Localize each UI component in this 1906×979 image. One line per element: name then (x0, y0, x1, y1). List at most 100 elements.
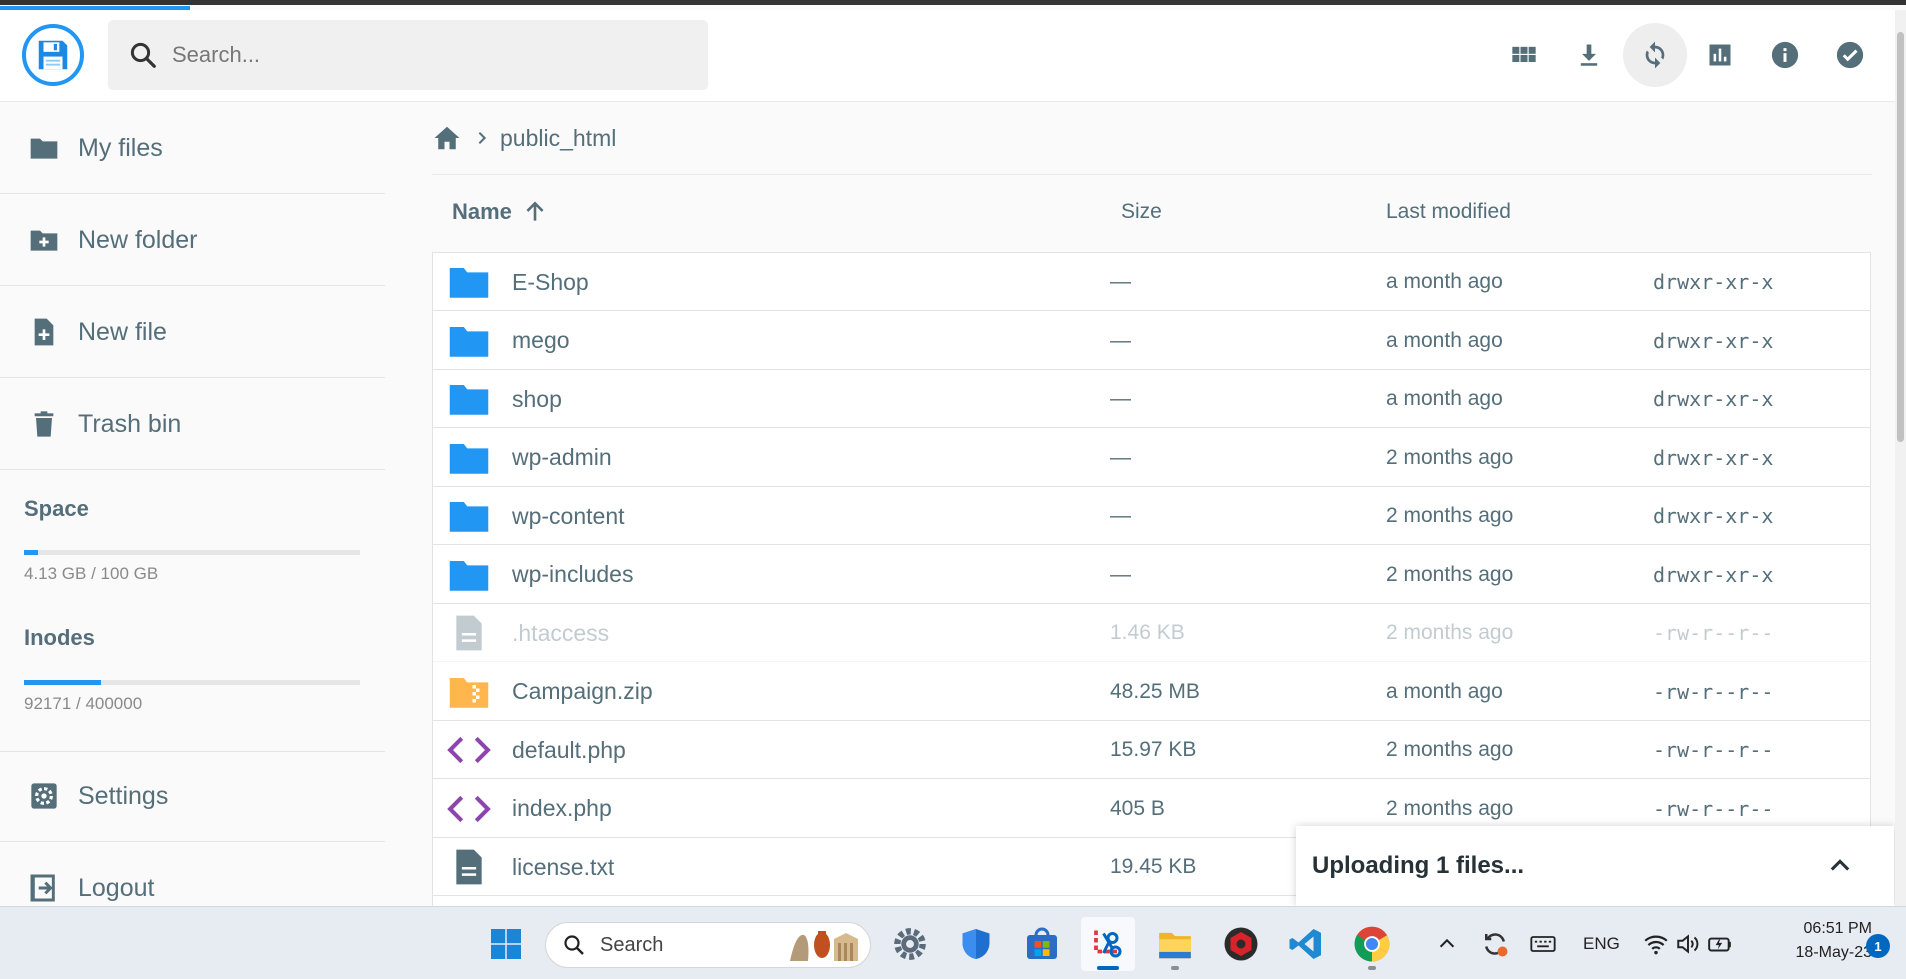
file-row[interactable]: mego — a month ago drwxr-xr-x (433, 312, 1870, 370)
file-row[interactable]: shop — a month ago drwxr-xr-x (433, 370, 1870, 428)
upload-status-text: Uploading 1 files... (1312, 852, 1525, 879)
info-icon (1771, 41, 1799, 69)
file-type-icon (447, 604, 491, 662)
sync-icon (1485, 932, 1508, 956)
language-indicator[interactable]: ENG (1583, 907, 1620, 979)
taskbar-vscode[interactable] (1279, 917, 1333, 971)
search-highlight-image (786, 925, 862, 965)
app-logo[interactable] (22, 24, 84, 86)
sidebar-item-label: Settings (78, 781, 169, 810)
running-app-indicator (1368, 966, 1376, 970)
sidebar-item-new-file[interactable]: New file (0, 287, 385, 377)
file-permissions: drwxr-xr-x (1653, 562, 1774, 587)
page-scrollbar[interactable] (1895, 10, 1906, 906)
file-size: 405 B (1110, 796, 1165, 820)
folder-icon (449, 268, 489, 298)
touch-keyboard-button[interactable] (1529, 907, 1557, 979)
quick-settings-button[interactable] (1643, 907, 1735, 979)
file-row[interactable]: E-Shop — a month ago drwxr-xr-x (433, 253, 1870, 311)
taskbar-clock[interactable]: 06:51 PM 18-May-23 (1762, 917, 1872, 965)
file-list: E-Shop — a month ago drwxr-xr-x mego — a month… (432, 252, 1871, 906)
trash-icon (28, 408, 60, 440)
breadcrumb-current-folder[interactable]: public_html (500, 125, 616, 152)
file-name: E-Shop (512, 268, 589, 295)
folder-icon (449, 385, 489, 415)
taskbar-search[interactable]: Search (545, 922, 871, 968)
taskbar-snipping-tool[interactable] (1081, 917, 1135, 971)
file-row[interactable]: .htaccess 1.46 KB 2 months ago -rw-r--r-- (433, 604, 1870, 662)
file-type-icon (447, 838, 491, 896)
column-header-size[interactable]: Size (1121, 194, 1162, 230)
file-size: 15.97 KB (1110, 738, 1197, 761)
file-permissions: -rw-r--r-- (1653, 621, 1774, 645)
file-size: — (1110, 270, 1131, 293)
taskbar-search-label: Search (600, 933, 664, 956)
file-explorer-icon (1159, 932, 1191, 959)
file-row[interactable]: wp-content — 2 months ago drwxr-xr-x (433, 487, 1870, 545)
file-name: wp-includes (512, 561, 634, 587)
clock-time: 06:51 PM (1803, 920, 1872, 937)
code-icon (447, 736, 491, 764)
sidebar-item-my-files[interactable]: My files (0, 103, 385, 193)
taskbar-store[interactable] (1015, 917, 1069, 971)
file-size: 19.45 KB (1110, 855, 1197, 878)
refresh-icon (1645, 41, 1665, 69)
sync-tray-icon[interactable] (1480, 907, 1510, 979)
disk-usage-button[interactable] (1688, 23, 1752, 87)
sidebar-item-settings[interactable]: Settings (0, 751, 385, 841)
file-row[interactable]: default.php 15.97 KB 2 months ago -rw-r--r-… (433, 721, 1870, 779)
start-button[interactable] (479, 917, 533, 971)
home-icon[interactable] (432, 123, 462, 153)
file-name: license.txt (512, 853, 615, 880)
grid-view-icon (1512, 46, 1536, 62)
file-size: — (1110, 504, 1131, 527)
space-usage-fill (24, 550, 38, 555)
sidebar-item-new-folder[interactable]: New folder (0, 195, 385, 285)
shield-icon (962, 929, 990, 959)
file-size: — (1110, 387, 1131, 410)
file-row[interactable]: wp-includes — 2 months ago drwxr-xr-x (433, 546, 1870, 604)
loading-progress-bar (0, 6, 190, 10)
sidebar-item-trash-bin[interactable]: Trash bin (0, 379, 385, 469)
column-header-modified-label: Last modified (1386, 200, 1511, 223)
file-type-icon (447, 312, 491, 370)
file-name: default.php (512, 736, 626, 763)
notification-badge[interactable]: 1 (1866, 934, 1890, 958)
sidebar-item-label: My files (78, 133, 163, 162)
show-hidden-icons-button[interactable] (1436, 907, 1458, 979)
column-header-name[interactable]: Name (452, 194, 548, 230)
file-size: — (1110, 445, 1131, 469)
sidebar-divider (0, 377, 385, 378)
search-input[interactable] (172, 42, 692, 68)
select-button[interactable] (1818, 23, 1882, 87)
search-box[interactable] (108, 20, 708, 90)
file-name: wp-admin (512, 444, 612, 470)
upload-progress-panel[interactable]: Uploading 1 files... (1296, 826, 1894, 906)
clock-date: 18-May-23 (1795, 944, 1872, 961)
breadcrumb-divider (432, 174, 1872, 175)
chevron-up-icon[interactable] (1826, 852, 1854, 880)
info-button[interactable] (1753, 23, 1817, 87)
taskbar-security[interactable] (949, 917, 1003, 971)
file-row[interactable]: wp-admin — 2 months ago drwxr-xr-x (433, 429, 1870, 487)
taskbar-settings[interactable] (883, 917, 937, 971)
file-row[interactable]: Campaign.zip 48.25 MB a month ago -rw-r--r-… (433, 663, 1870, 721)
windows-taskbar: Search ENG 06:51 PM 18-May-23 1 (0, 906, 1906, 979)
download-button[interactable] (1557, 23, 1621, 87)
file-permissions: -rw-r--r-- (1653, 679, 1774, 704)
file-permissions: drwxr-xr-x (1653, 504, 1774, 528)
file-modified: a month ago (1386, 270, 1503, 293)
taskbar-app-red[interactable] (1214, 917, 1268, 971)
scrollbar-thumb[interactable] (1897, 32, 1904, 442)
grid-view-button[interactable] (1492, 23, 1556, 87)
file-type-icon (447, 253, 491, 311)
taskbar-file-explorer[interactable] (1148, 917, 1202, 971)
taskbar-chrome[interactable] (1345, 917, 1399, 971)
column-header-modified[interactable]: Last modified (1386, 194, 1511, 230)
keyboard-icon (1530, 935, 1556, 952)
space-usage-text: 4.13 GB / 100 GB (24, 564, 159, 583)
sidebar-divider (0, 469, 385, 470)
refresh-button[interactable] (1623, 23, 1687, 87)
language-label: ENG (1583, 933, 1620, 953)
breadcrumb: public_html (432, 120, 616, 156)
